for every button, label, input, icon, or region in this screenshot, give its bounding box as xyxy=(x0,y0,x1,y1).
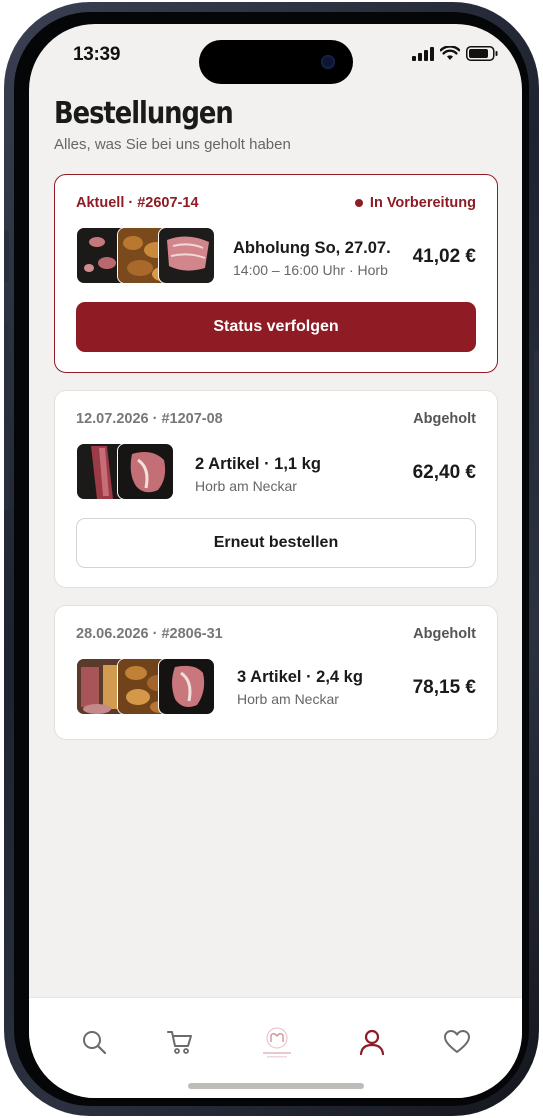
tab-cart[interactable] xyxy=(160,1022,200,1062)
phone-frame: 13:39 Bestellungen Alles, was Sie bei un… xyxy=(4,2,539,1116)
cart-icon xyxy=(167,1031,192,1054)
signal-icon xyxy=(412,46,434,61)
past-order-card[interactable]: 28.06.2026 · #2806-31 Abgeholt 3 Artikel… xyxy=(54,605,498,740)
status-time: 13:39 xyxy=(73,44,121,65)
volume-up-button xyxy=(4,322,9,406)
brand-logo xyxy=(263,1027,291,1058)
status-label: Abgeholt xyxy=(413,626,476,642)
pickup-time-location: 14:00 – 16:00 Uhr · Horb xyxy=(233,262,388,278)
home-indicator[interactable] xyxy=(188,1083,364,1089)
order-reference: 28.06.2026 · #2806-31 xyxy=(76,626,223,642)
tab-favorites[interactable] xyxy=(437,1022,477,1062)
page-title: Bestellungen xyxy=(54,96,234,131)
status-icons xyxy=(412,46,498,61)
order-summary: 3 Artikel · 2,4 kg xyxy=(237,668,363,686)
tab-bar xyxy=(29,997,522,1098)
order-reference: 12.07.2026 · #1207-08 xyxy=(76,411,223,427)
order-card-header: 12.07.2026 · #1207-08 Abgeholt xyxy=(76,411,476,427)
profile-icon xyxy=(359,1029,385,1056)
screen: 13:39 Bestellungen Alles, was Sie bei un… xyxy=(29,24,522,1098)
power-button xyxy=(534,350,539,480)
order-reference: Aktuell · #2607-14 xyxy=(76,195,199,211)
product-thumbnails xyxy=(76,443,174,500)
status-label: In Vorbereitung xyxy=(369,195,476,211)
tab-search[interactable] xyxy=(74,1022,114,1062)
dynamic-island xyxy=(199,40,353,84)
status-dot-icon xyxy=(354,199,363,207)
order-info: 3 Artikel · 2,4 kg Horb am Neckar xyxy=(237,668,363,707)
product-thumbnail xyxy=(117,443,174,500)
order-price: 78,15 € xyxy=(412,677,476,698)
order-price: 62,40 € xyxy=(412,462,476,483)
product-thumbnails xyxy=(76,658,215,715)
tab-home[interactable] xyxy=(255,1022,299,1062)
order-info: 2 Artikel · 1,1 kg Horb am Neckar xyxy=(195,455,321,494)
current-order-card[interactable]: Aktuell · #2607-14 In Vorbereitung Abhol… xyxy=(54,174,498,373)
product-thumbnail xyxy=(158,658,215,715)
status-bar: 13:39 xyxy=(29,24,522,84)
reorder-button[interactable]: Erneut bestellen xyxy=(76,518,476,568)
pickup-location: Horb am Neckar xyxy=(237,691,339,707)
tab-profile[interactable] xyxy=(352,1022,392,1062)
heart-icon xyxy=(444,1030,470,1053)
pickup-date: Abholung So, 27.07. xyxy=(233,239,391,257)
past-order-card[interactable]: 12.07.2026 · #1207-08 Abgeholt 2 Artikel… xyxy=(54,390,498,588)
status-label: Abgeholt xyxy=(413,411,476,427)
battery-icon xyxy=(466,46,498,61)
wifi-icon xyxy=(440,46,460,60)
status-badge: In Vorbereitung xyxy=(354,195,476,211)
page-subtitle: Alles, was Sie bei uns geholt haben xyxy=(54,136,291,153)
product-thumbnails xyxy=(76,227,215,284)
search-icon xyxy=(83,1031,107,1055)
product-thumbnail xyxy=(158,227,215,284)
camera-icon xyxy=(321,55,335,69)
volume-down-button xyxy=(4,426,9,510)
order-card-header: 28.06.2026 · #2806-31 Abgeholt xyxy=(76,626,476,642)
order-card-header: Aktuell · #2607-14 In Vorbereitung xyxy=(76,195,476,211)
track-status-button[interactable]: Status verfolgen xyxy=(76,302,476,352)
pickup-location: Horb am Neckar xyxy=(195,478,297,494)
order-price: 41,02 € xyxy=(412,246,476,267)
action-button xyxy=(4,230,9,282)
order-summary: 2 Artikel · 1,1 kg xyxy=(195,455,321,473)
order-info: Abholung So, 27.07. 14:00 – 16:00 Uhr · … xyxy=(233,239,391,278)
